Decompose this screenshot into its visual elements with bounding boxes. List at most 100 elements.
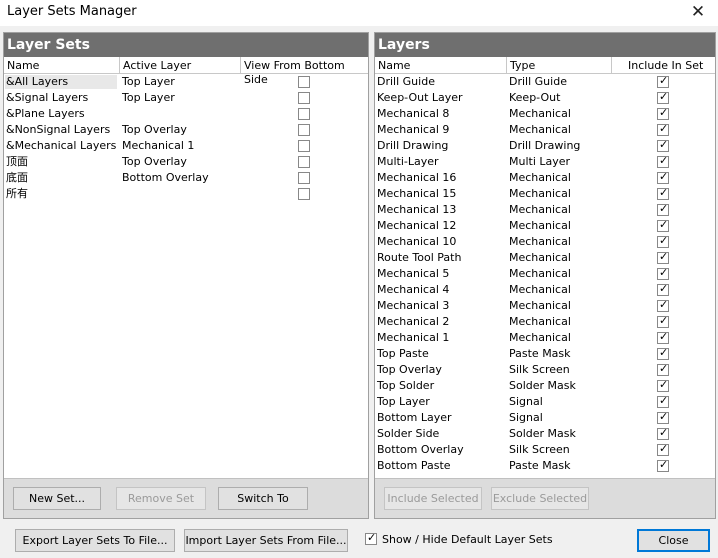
include-in-set-checkbox[interactable] bbox=[657, 266, 669, 280]
switch-to-button[interactable]: Switch To bbox=[218, 487, 308, 510]
include-in-set-checkbox[interactable] bbox=[657, 330, 669, 344]
include-in-set-checkbox[interactable] bbox=[657, 202, 669, 216]
include-in-set-checkbox[interactable] bbox=[657, 106, 669, 120]
include-in-set-checkbox[interactable] bbox=[657, 442, 669, 456]
layer-type: Signal bbox=[509, 395, 543, 408]
include-in-set-checkbox[interactable] bbox=[657, 394, 669, 408]
layer-row[interactable]: Mechanical 8 Mechanical bbox=[375, 106, 715, 122]
layer-set-row[interactable]: &Mechanical Layers Mechanical 1 bbox=[4, 138, 368, 154]
include-in-set-checkbox[interactable] bbox=[657, 298, 669, 312]
view-from-bottom-checkbox[interactable] bbox=[298, 124, 310, 136]
include-in-set-checkbox[interactable] bbox=[657, 378, 669, 392]
include-in-set-checkbox[interactable] bbox=[657, 250, 669, 264]
layer-row[interactable]: Top Overlay Silk Screen bbox=[375, 362, 715, 378]
layer-row[interactable]: Multi-Layer Multi Layer bbox=[375, 154, 715, 170]
layer-name: Mechanical 8 bbox=[377, 107, 450, 120]
include-in-set-checkbox[interactable] bbox=[657, 410, 669, 424]
view-from-bottom-checkbox[interactable] bbox=[298, 108, 310, 120]
layer-set-row[interactable]: 所有 bbox=[4, 186, 368, 202]
include-in-set-checkbox[interactable] bbox=[657, 186, 669, 200]
layer-row[interactable]: Drill Drawing Drill Drawing bbox=[375, 138, 715, 154]
layer-type: Mechanical bbox=[509, 171, 571, 184]
layer-name: Solder Side bbox=[377, 427, 440, 440]
include-in-set-checkbox[interactable] bbox=[657, 426, 669, 440]
close-button[interactable]: Close bbox=[637, 529, 710, 552]
layer-row[interactable]: Bottom Paste Paste Mask bbox=[375, 458, 715, 474]
layer-set-row[interactable]: &NonSignal Layers Top Overlay bbox=[4, 122, 368, 138]
column-include-in-set[interactable]: Include In Set bbox=[628, 59, 703, 73]
remove-set-button[interactable]: Remove Set bbox=[116, 487, 206, 510]
layers-panel: Layers Name Type Include In Set Drill Gu… bbox=[374, 32, 716, 519]
view-from-bottom-checkbox[interactable] bbox=[298, 188, 310, 200]
layer-name: Bottom Paste bbox=[377, 459, 451, 472]
layer-row[interactable]: Mechanical 5 Mechanical bbox=[375, 266, 715, 282]
view-from-bottom-checkbox[interactable] bbox=[298, 140, 310, 152]
include-in-set-checkbox[interactable] bbox=[657, 362, 669, 376]
include-in-set-checkbox[interactable] bbox=[657, 170, 669, 184]
export-layer-sets-button[interactable]: Export Layer Sets To File... bbox=[15, 529, 175, 552]
column-type[interactable]: Type bbox=[510, 59, 535, 73]
close-window-icon[interactable]: ✕ bbox=[688, 2, 708, 22]
include-in-set-checkbox[interactable] bbox=[657, 218, 669, 232]
exclude-selected-button[interactable]: Exclude Selected bbox=[491, 487, 589, 510]
layer-row[interactable]: Mechanical 16 Mechanical bbox=[375, 170, 715, 186]
layer-set-active-layer: Bottom Overlay bbox=[122, 171, 209, 184]
include-in-set-checkbox[interactable] bbox=[657, 122, 669, 136]
include-in-set-checkbox[interactable] bbox=[657, 458, 669, 472]
layer-set-row[interactable]: 底面 Bottom Overlay bbox=[4, 170, 368, 186]
view-from-bottom-checkbox[interactable] bbox=[298, 76, 310, 88]
include-in-set-checkbox[interactable] bbox=[657, 346, 669, 360]
layer-row[interactable]: Solder Side Solder Mask bbox=[375, 426, 715, 442]
layer-row[interactable]: Top Paste Paste Mask bbox=[375, 346, 715, 362]
layer-row[interactable]: Mechanical 10 Mechanical bbox=[375, 234, 715, 250]
layer-set-name: &NonSignal Layers bbox=[6, 123, 111, 136]
layer-type: Mechanical bbox=[509, 283, 571, 296]
layer-row[interactable]: Mechanical 13 Mechanical bbox=[375, 202, 715, 218]
layer-row[interactable]: Mechanical 9 Mechanical bbox=[375, 122, 715, 138]
layers-list: Drill GuideDrill GuideKeep-Out LayerKeep… bbox=[375, 74, 715, 474]
include-in-set-checkbox[interactable] bbox=[657, 138, 669, 152]
layer-row[interactable]: Mechanical 3 Mechanical bbox=[375, 298, 715, 314]
layer-set-row[interactable]: &Signal Layers Top Layer bbox=[4, 90, 368, 106]
layer-row[interactable]: Top Layer Signal bbox=[375, 394, 715, 410]
column-layer-name[interactable]: Name bbox=[378, 59, 410, 73]
layer-name: Mechanical 15 bbox=[377, 187, 457, 200]
include-in-set-checkbox[interactable] bbox=[657, 282, 669, 296]
layer-type: Mechanical bbox=[509, 267, 571, 280]
layer-sets-footer: New Set... Remove Set Switch To bbox=[4, 478, 368, 518]
layer-row[interactable]: Mechanical 2 Mechanical bbox=[375, 314, 715, 330]
layer-type: Mechanical bbox=[509, 299, 571, 312]
view-from-bottom-checkbox[interactable] bbox=[298, 92, 310, 104]
show-hide-label: Show / Hide Default Layer Sets bbox=[382, 533, 553, 546]
include-in-set-checkbox[interactable] bbox=[657, 314, 669, 328]
column-active-layer[interactable]: Active Layer bbox=[123, 59, 191, 73]
include-in-set-checkbox[interactable] bbox=[657, 90, 669, 104]
show-hide-checkbox[interactable] bbox=[365, 531, 377, 545]
layer-row[interactable]: Keep-Out Layer Keep-Out bbox=[375, 90, 715, 106]
layer-row[interactable]: Bottom Layer Signal bbox=[375, 410, 715, 426]
include-in-set-checkbox[interactable] bbox=[657, 154, 669, 168]
layer-row[interactable]: Bottom Overlay Silk Screen bbox=[375, 442, 715, 458]
view-from-bottom-checkbox[interactable] bbox=[298, 172, 310, 184]
layer-set-row[interactable]: &Plane Layers bbox=[4, 106, 368, 122]
layer-row[interactable]: Mechanical 12 Mechanical bbox=[375, 218, 715, 234]
layer-name: Multi-Layer bbox=[377, 155, 439, 168]
new-set-button[interactable]: New Set... bbox=[13, 487, 101, 510]
layer-type: Multi Layer bbox=[509, 155, 571, 168]
layer-name: Mechanical 12 bbox=[377, 219, 457, 232]
include-in-set-checkbox[interactable] bbox=[657, 234, 669, 248]
layer-row[interactable]: Mechanical 1 Mechanical bbox=[375, 330, 715, 346]
view-from-bottom-checkbox[interactable] bbox=[298, 156, 310, 168]
column-name[interactable]: Name bbox=[7, 59, 39, 73]
layer-set-row[interactable]: &All Layers Top Layer bbox=[4, 74, 368, 90]
layer-row[interactable]: Drill Guide Drill Guide bbox=[375, 74, 715, 90]
layer-row[interactable]: Mechanical 15 Mechanical bbox=[375, 186, 715, 202]
layer-row[interactable]: Mechanical 4 Mechanical bbox=[375, 282, 715, 298]
layer-sets-panel: Layer Sets Name Active Layer View From B… bbox=[3, 32, 369, 519]
layer-row[interactable]: Top Solder Solder Mask bbox=[375, 378, 715, 394]
include-in-set-checkbox[interactable] bbox=[657, 74, 669, 88]
layer-set-row[interactable]: 顶面 Top Overlay bbox=[4, 154, 368, 170]
include-selected-button[interactable]: Include Selected bbox=[384, 487, 482, 510]
import-layer-sets-button[interactable]: Import Layer Sets From File... bbox=[184, 529, 348, 552]
layer-row[interactable]: Route Tool Path Mechanical bbox=[375, 250, 715, 266]
